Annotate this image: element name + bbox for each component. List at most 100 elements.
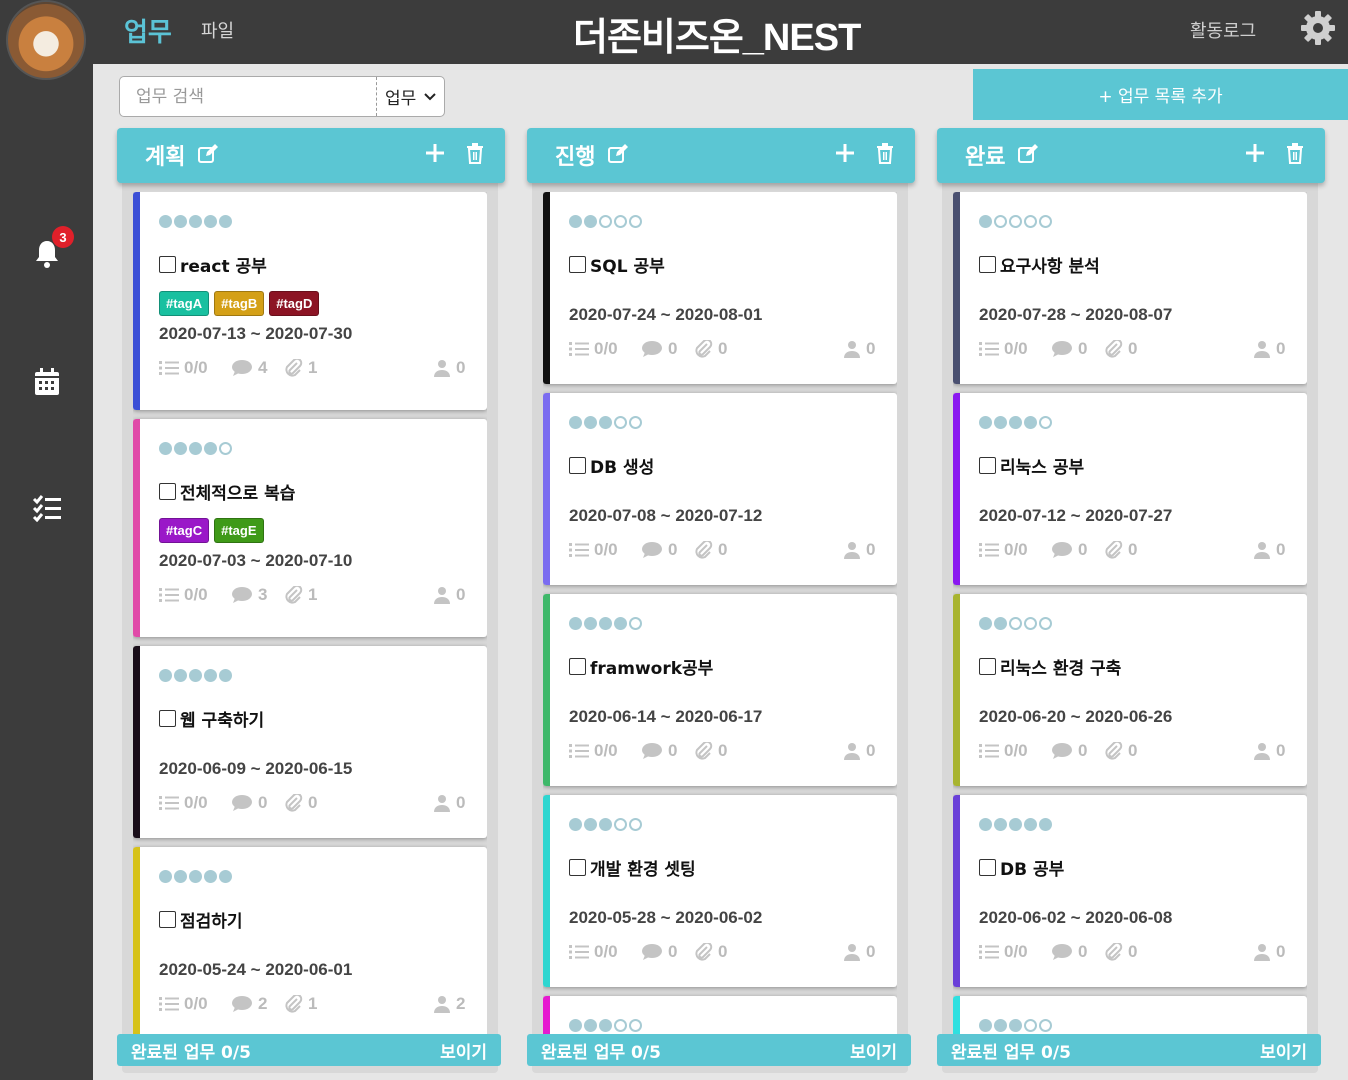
search-input[interactable] xyxy=(120,77,376,116)
add-task-icon[interactable] xyxy=(834,142,856,164)
task-checkbox[interactable] xyxy=(979,858,996,876)
column-title: 완료 xyxy=(965,145,1006,170)
task-card[interactable]: 전체적으로 복습 #tagC #tagE 2020-07-03 ~ 2020-07… xyxy=(133,419,487,637)
task-card[interactable] xyxy=(543,996,897,1034)
member-value: 0 xyxy=(866,540,876,559)
card-color-stripe xyxy=(953,594,960,786)
task-card[interactable]: 점검하기 2020-05-24 ~ 2020-06-01 0/0 2 1 2 xyxy=(133,847,487,1034)
trash-icon[interactable] xyxy=(1284,142,1306,164)
comment-icon xyxy=(231,995,253,1013)
priority-dot xyxy=(569,215,582,228)
card-color-stripe xyxy=(543,594,550,786)
user-icon xyxy=(843,742,861,760)
task-card[interactable] xyxy=(953,996,1307,1034)
checklist-icon xyxy=(159,996,179,1012)
task-card[interactable]: 개발 환경 셋팅 2020-05-28 ~ 2020-06-02 0/0 0 0… xyxy=(543,795,897,987)
column-header: 완료 xyxy=(937,128,1325,183)
task-checkbox[interactable] xyxy=(159,709,176,727)
task-checkbox[interactable] xyxy=(159,482,176,500)
task-card[interactable]: framwork공부 2020-06-14 ~ 2020-06-17 0/0 0… xyxy=(543,594,897,786)
task-checkbox[interactable] xyxy=(569,255,586,273)
priority-dot xyxy=(979,1019,992,1032)
card-color-stripe xyxy=(953,996,960,1034)
show-completed-button[interactable]: 보이기 xyxy=(1260,1038,1307,1063)
priority-dot xyxy=(979,818,992,831)
tag-badge[interactable]: #tagB xyxy=(214,291,265,316)
task-card[interactable]: 웹 구축하기 2020-06-09 ~ 2020-06-15 0/0 0 0 0 xyxy=(133,646,487,838)
priority-dot xyxy=(584,818,597,831)
task-checkbox[interactable] xyxy=(569,456,586,474)
priority-dot xyxy=(584,416,597,429)
task-card[interactable]: SQL 공부 2020-07-24 ~ 2020-08-01 0/0 0 0 0 xyxy=(543,192,897,384)
task-checkbox[interactable] xyxy=(979,456,996,474)
task-checkbox[interactable] xyxy=(159,255,176,273)
task-card[interactable]: 리눅스 공부 2020-07-12 ~ 2020-07-27 0/0 0 0 0 xyxy=(953,393,1307,585)
attachment-count: 0 xyxy=(695,339,727,359)
priority-dot xyxy=(614,215,627,228)
column-footer: 완료된 업무 0/5 보이기 xyxy=(937,1034,1321,1066)
user-icon xyxy=(433,359,451,377)
checklist-value: 0/0 xyxy=(594,339,618,358)
comment-value: 2 xyxy=(258,994,268,1013)
edit-icon[interactable] xyxy=(197,143,219,165)
edit-icon[interactable] xyxy=(1017,143,1039,165)
tag-badge[interactable]: #tagD xyxy=(269,291,320,316)
task-card[interactable]: 리눅스 환경 구축 2020-06-20 ~ 2020-06-26 0/0 0 … xyxy=(953,594,1307,786)
gear-icon[interactable] xyxy=(1298,8,1338,48)
priority-dot xyxy=(1009,1019,1022,1032)
priority-dot xyxy=(204,215,217,228)
comment-value: 0 xyxy=(668,339,678,358)
priority-dot xyxy=(1024,1019,1037,1032)
task-name: SQL 공부 xyxy=(590,256,665,277)
show-completed-button[interactable]: 보이기 xyxy=(850,1038,897,1063)
attachment-count: 1 xyxy=(285,585,317,605)
trash-icon[interactable] xyxy=(464,142,486,164)
priority-dot xyxy=(219,669,232,682)
priority-dot xyxy=(979,215,992,228)
checklist-value: 0/0 xyxy=(594,741,618,760)
paperclip-icon xyxy=(285,586,303,604)
add-task-list-button[interactable]: + 업무 목록 추가 xyxy=(973,69,1348,120)
show-completed-button[interactable]: 보이기 xyxy=(440,1038,487,1063)
task-dates: 2020-05-28 ~ 2020-06-02 xyxy=(569,908,763,927)
member-count: 2 xyxy=(433,994,465,1014)
activity-log-link[interactable]: 활동로그 xyxy=(1190,17,1256,43)
notification-badge: 3 xyxy=(52,226,74,248)
task-checkbox[interactable] xyxy=(979,657,996,675)
task-name: 리눅스 공부 xyxy=(1000,457,1085,478)
add-task-icon[interactable] xyxy=(424,142,446,164)
avatar[interactable] xyxy=(6,0,86,80)
priority-dot xyxy=(189,442,202,455)
priority-dot xyxy=(219,442,232,455)
task-card[interactable]: 요구사항 분석 2020-07-28 ~ 2020-08-07 0/0 0 0 … xyxy=(953,192,1307,384)
tag-badge[interactable]: #tagE xyxy=(214,518,264,543)
task-card[interactable]: react 공부 #tagA #tagB #tagD 2020-07-13 ~ 20… xyxy=(133,192,487,410)
tag-badge[interactable]: #tagA xyxy=(159,291,210,316)
nav-tab-work[interactable]: 업무 xyxy=(124,12,172,49)
member-count: 0 xyxy=(1253,741,1285,761)
trash-icon[interactable] xyxy=(874,142,896,164)
attachment-value: 0 xyxy=(718,741,728,760)
tag-list: #tagC #tagE xyxy=(159,518,487,544)
checklist-icon[interactable] xyxy=(29,490,65,526)
task-checkbox[interactable] xyxy=(979,255,996,273)
calendar-icon[interactable] xyxy=(29,364,65,400)
task-checkbox[interactable] xyxy=(569,858,586,876)
nav-tab-file[interactable]: 파일 xyxy=(201,17,234,43)
comment-icon xyxy=(1051,742,1073,760)
search-type-select[interactable]: 업무 xyxy=(376,77,444,116)
priority-rating xyxy=(569,416,897,432)
task-checkbox[interactable] xyxy=(159,910,176,928)
priority-rating xyxy=(979,416,1307,432)
paperclip-icon xyxy=(695,943,713,961)
task-card[interactable]: DB 공부 2020-06-02 ~ 2020-06-08 0/0 0 0 0 xyxy=(953,795,1307,987)
search-bar: 업무 xyxy=(119,76,445,117)
task-card[interactable]: DB 생성 2020-07-08 ~ 2020-07-12 0/0 0 0 0 xyxy=(543,393,897,585)
task-checkbox[interactable] xyxy=(569,657,586,675)
priority-dot xyxy=(979,617,992,630)
card-color-stripe xyxy=(543,192,550,384)
edit-icon[interactable] xyxy=(607,143,629,165)
attachment-count: 0 xyxy=(695,942,727,962)
add-task-icon[interactable] xyxy=(1244,142,1266,164)
tag-badge[interactable]: #tagC xyxy=(159,518,210,543)
